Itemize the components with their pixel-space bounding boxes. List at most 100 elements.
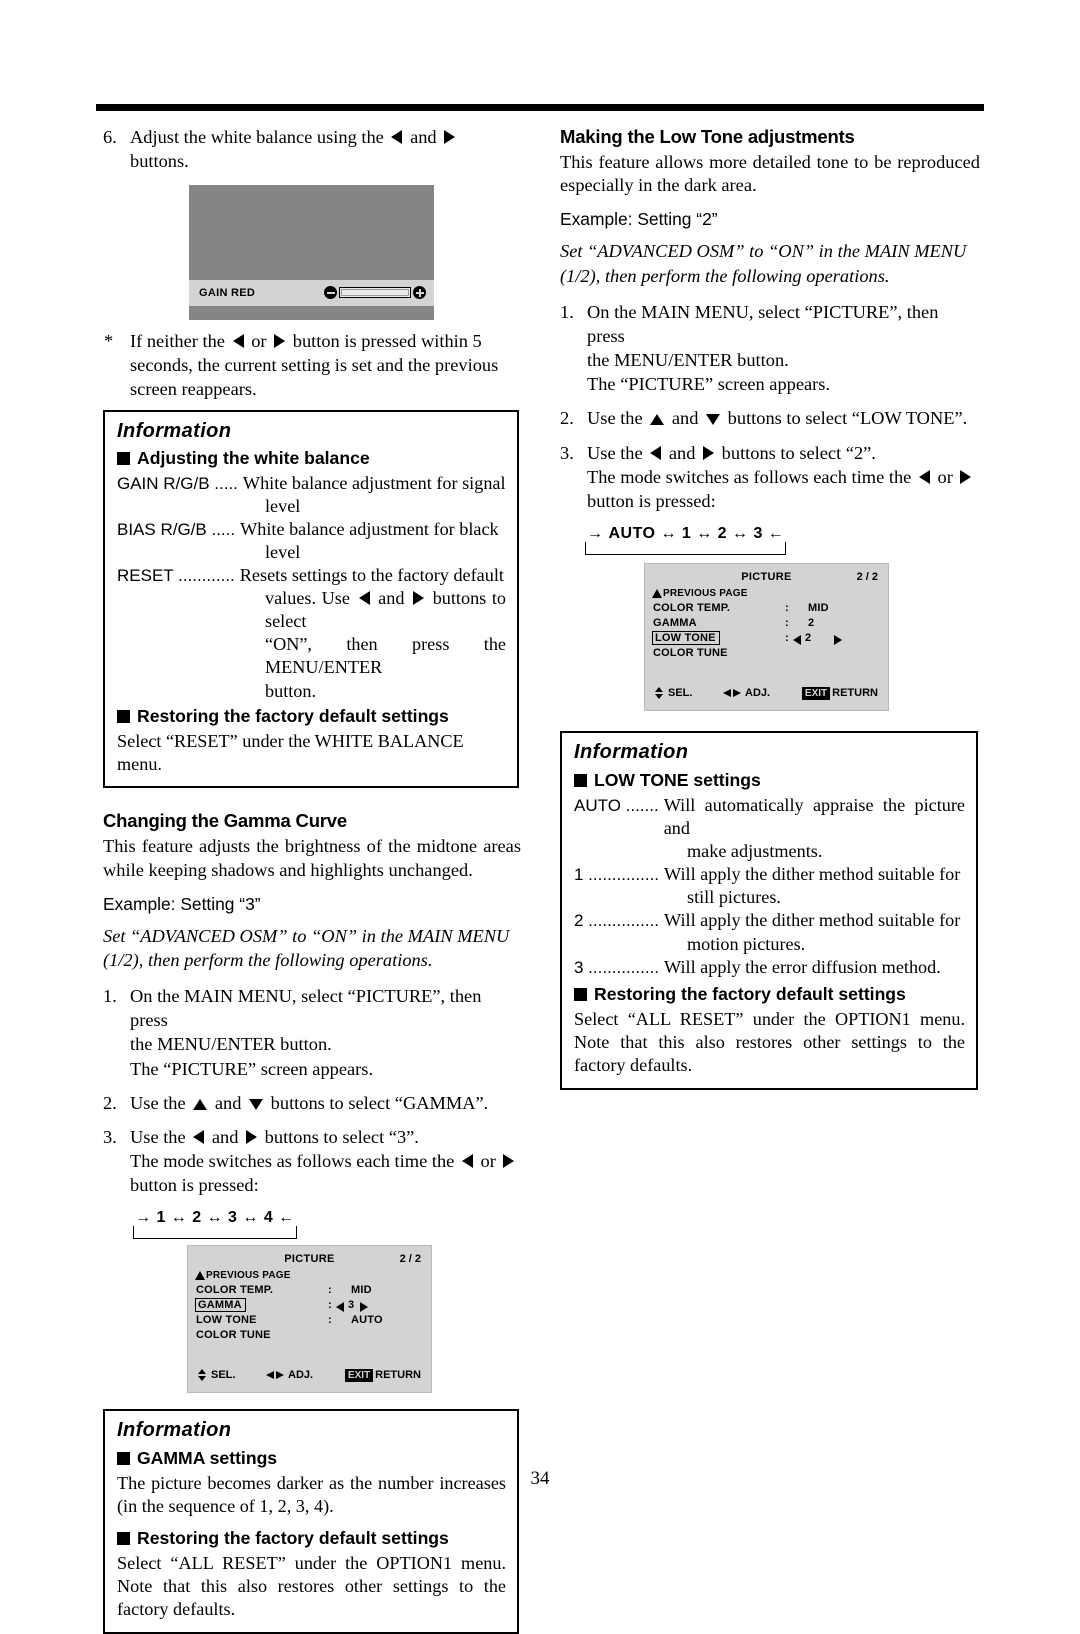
- steps-gamma: 1. On the MAIN MENU, select “PICTURE”, t…: [103, 984, 521, 1197]
- definition-term: AUTO .......: [574, 795, 659, 815]
- step-text-a: Use the: [130, 1126, 186, 1147]
- info-heading-label: Restoring the factory default settings: [137, 1527, 449, 1548]
- osd-row-color-temp[interactable]: COLOR TEMP. : MID: [188, 1284, 431, 1299]
- osd-row-low-tone[interactable]: LOW TONE : 2: [645, 630, 888, 647]
- osd-adj-label: ADJ.: [288, 1369, 314, 1382]
- osd-row-label: COLOR TEMP.: [196, 1284, 274, 1297]
- step-6: 6. Adjust the white balance using the an…: [103, 126, 521, 174]
- info-heading-label: GAMMA settings: [137, 1448, 278, 1469]
- osd-row-low-tone[interactable]: LOW TONE : AUTO: [188, 1314, 431, 1329]
- advanced-osm-note-line1: Set “ADVANCED OSM” to “ON” in the MAIN M…: [560, 241, 967, 262]
- definition-desc-line: White balance adjustment for signal: [242, 472, 506, 493]
- right-arrow-icon: [246, 1129, 258, 1144]
- section-intro-low-tone: This feature allows more detailed tone t…: [560, 151, 980, 196]
- step-text-c: buttons to select “2”.: [721, 442, 876, 463]
- osd-row-gamma[interactable]: GAMMA : 3: [188, 1298, 431, 1314]
- step-number: 1.: [103, 986, 117, 1007]
- left-arrow-icon: [232, 333, 244, 348]
- osd-page-indicator: 2 / 2: [856, 570, 878, 583]
- left-arrow-icon: [461, 1153, 473, 1168]
- osd-title: PICTURE: [284, 1253, 335, 1266]
- step-text-d: The mode switches as follows each time t…: [130, 1150, 455, 1171]
- definition-row: BIAS R/G/B ..... White balance adjustmen…: [117, 518, 506, 541]
- osd-adj-label: ADJ.: [745, 686, 771, 699]
- timeout-note-b: or: [251, 330, 267, 351]
- osd-row-label-selected: GAMMA: [195, 1298, 246, 1313]
- osd-row-colon: :: [785, 631, 789, 644]
- up-down-arrow-icon: [655, 686, 664, 699]
- step-number: 3.: [103, 1126, 117, 1147]
- step-line: the MENU/ENTER button.: [130, 1034, 332, 1055]
- info-body-restoring-defaults: Select “ALL RESET” under the OPTION1 men…: [574, 1008, 965, 1076]
- osd-row-label: GAMMA: [653, 616, 697, 629]
- definition-cont: motion pictures.: [687, 933, 806, 954]
- definition-cont: level: [265, 541, 301, 562]
- left-arrow-icon[interactable]: [793, 634, 801, 645]
- up-arrow-icon: [193, 1098, 208, 1110]
- definition-row: RESET ............ Resets settings to th…: [117, 564, 506, 587]
- osd-row-value: 2: [805, 631, 812, 644]
- osd-row-gamma[interactable]: GAMMA : 2: [645, 617, 888, 632]
- plus-circle-icon[interactable]: [413, 286, 426, 300]
- definition-row: 3 ............... Will apply the error d…: [574, 956, 965, 979]
- advanced-osm-note-line2: (1/2), then perform the following operat…: [103, 949, 433, 970]
- step-text-b: and: [671, 408, 699, 429]
- definition-desc: White balance adjustment for signal: [243, 472, 506, 495]
- left-arrow-icon: [391, 130, 403, 144]
- section-low-tone: Making the Low Tone adjustments This fea…: [560, 126, 980, 555]
- osd-header: PICTURE 2 / 2: [645, 571, 888, 587]
- definition-desc-line: Will apply the dither method suitable fo…: [664, 864, 961, 885]
- step-text-c: buttons to select “GAMMA”.: [270, 1092, 489, 1113]
- definition-desc-line: Will apply the dither method suitable fo…: [664, 910, 961, 931]
- step-6-number: 6.: [103, 127, 117, 147]
- mode-sequence-value: 1 ↔ 2 ↔ 3 ↔ 4: [156, 1209, 274, 1227]
- step-text-a: Use the: [587, 442, 643, 463]
- osd-previous-page[interactable]: PREVIOUS PAGE: [188, 1270, 431, 1281]
- osd-row-value: MID: [808, 601, 829, 614]
- osd-rows: COLOR TEMP. : MID GAMMA : 2 LOW TONE : 2: [645, 602, 888, 662]
- asterisk-marker: *: [104, 330, 114, 351]
- definition-desc-line: White balance adjustment for black: [240, 518, 499, 539]
- osd-exit-chip: EXIT: [801, 686, 831, 700]
- square-bullet-icon: [117, 709, 130, 723]
- definition-cont: still pictures.: [687, 887, 781, 908]
- section-heading-low-tone: Making the Low Tone adjustments: [560, 126, 855, 147]
- advanced-osm-note-line1: Set “ADVANCED OSM” to “ON” in the MAIN M…: [103, 925, 510, 946]
- osd-sel-hint: SEL.: [655, 686, 693, 699]
- definition-term: 3 ...............: [574, 957, 660, 977]
- step-text-c: buttons to select “LOW TONE”.: [727, 408, 968, 429]
- osd-previous-page[interactable]: PREVIOUS PAGE: [645, 588, 888, 599]
- mode-sequence-text: → 1 ↔ 2 ↔ 3 ↔ 4 ←: [133, 1209, 297, 1227]
- step-number: 1.: [560, 301, 574, 322]
- gain-red-bar: GAIN RED: [189, 279, 434, 306]
- minus-circle-icon[interactable]: [324, 286, 337, 300]
- slider-trough[interactable]: [339, 287, 411, 299]
- left-arrow-icon[interactable]: [336, 1302, 344, 1313]
- step-line: On the MAIN MENU, select “PICTURE”, then…: [587, 301, 939, 347]
- gain-red-slider[interactable]: [324, 286, 426, 300]
- step-item: 1. On the MAIN MENU, select “PICTURE”, t…: [560, 300, 980, 396]
- right-arrow-icon[interactable]: [360, 1302, 368, 1313]
- right-arrow-icon[interactable]: [834, 634, 842, 645]
- osd-picture-gamma: PICTURE 2 / 2 PREVIOUS PAGE COLOR TEMP. …: [187, 1245, 432, 1394]
- left-arrow-icon: [650, 445, 662, 460]
- osd-adj-hint: ADJ.: [723, 687, 770, 699]
- square-bullet-icon: [117, 1531, 130, 1545]
- osd-sel-label: SEL.: [668, 686, 693, 699]
- osd-row-value: AUTO: [351, 1314, 383, 1327]
- definition-desc-line: Will apply the error diffusion method.: [664, 956, 941, 977]
- info-body-restoring-defaults: Select “RESET” under the WHITE BALANCE m…: [117, 730, 464, 774]
- definition-term: BIAS R/G/B .....: [117, 519, 236, 539]
- step-text-a: Use the: [587, 408, 643, 429]
- osd-rows: COLOR TEMP. : MID GAMMA : 3 LOW TONE : A…: [188, 1284, 431, 1344]
- example-label-gamma: Example: Setting “3”: [103, 893, 261, 914]
- osd-row-colon: :: [328, 1299, 332, 1312]
- osd-row-color-temp[interactable]: COLOR TEMP. : MID: [645, 602, 888, 617]
- osd-row-color-tune[interactable]: COLOR TUNE: [645, 647, 888, 662]
- definition-desc: Will apply the error diffusion method.: [664, 956, 965, 979]
- up-arrow-icon: [650, 414, 665, 426]
- osd-row-color-tune[interactable]: COLOR TUNE: [188, 1329, 431, 1344]
- definition-desc: Will apply the dither method suitable fo…: [664, 863, 965, 886]
- mode-sequence-value: AUTO ↔ 1 ↔ 2 ↔ 3: [608, 524, 763, 542]
- step-text-f: button is pressed:: [587, 490, 716, 511]
